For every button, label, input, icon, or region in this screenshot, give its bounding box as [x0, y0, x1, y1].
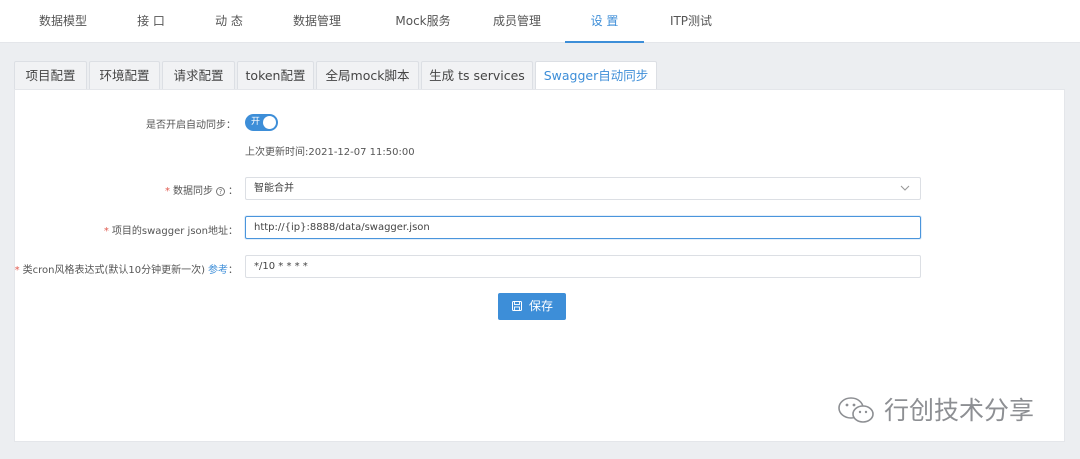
nav-item-itp-test[interactable]: ITP测试 — [660, 0, 722, 43]
required-mark: * — [103, 226, 109, 237]
cron-label-text: 类cron风格表达式(默认10分钟更新一次) — [22, 265, 205, 276]
swagger-url-value: http://{ip}:8888/data/swagger.json — [254, 222, 430, 233]
nav-item-data-management[interactable]: 数据管理 — [282, 0, 352, 43]
nav-item-mock-service[interactable]: Mock服务 — [383, 0, 463, 43]
tab-swagger-auto-sync[interactable]: Swagger自动同步 — [535, 61, 657, 90]
auto-sync-switch[interactable]: 开 — [245, 114, 278, 131]
nav-item-member-management[interactable]: 成员管理 — [482, 0, 552, 43]
last-updated-text: 上次更新时间:2021-12-07 11:50:00 — [245, 147, 415, 158]
watermark: 行创技术分享 — [836, 393, 1034, 429]
tab-token-config[interactable]: token配置 — [237, 61, 314, 89]
chevron-down-icon — [900, 185, 910, 191]
tab-project-config[interactable]: 项目配置 — [14, 61, 87, 89]
tab-generate-ts-services[interactable]: 生成 ts services — [421, 61, 533, 89]
swagger-sync-panel: 是否开启自动同步： 开 上次更新时间:2021-12-07 11:50:00 *… — [14, 89, 1065, 442]
cron-reference-link[interactable]: 参考 — [208, 265, 228, 276]
cron-label: * 类cron风格表达式(默认10分钟更新一次) 参考： — [15, 261, 238, 276]
data-sync-label: * 数据同步?： — [165, 182, 238, 197]
cron-value: */10 * * * * — [254, 261, 308, 272]
tab-request-config[interactable]: 请求配置 — [162, 61, 235, 89]
data-sync-label-text: 数据同步 — [173, 186, 213, 197]
required-mark: * — [165, 186, 170, 197]
switch-knob — [263, 116, 276, 129]
wechat-icon — [838, 397, 874, 423]
save-button[interactable]: 保存 — [498, 293, 566, 320]
cron-input[interactable]: */10 * * * * — [245, 255, 921, 278]
tab-global-mock-script[interactable]: 全局mock脚本 — [316, 61, 419, 89]
auto-sync-label: 是否开启自动同步： — [146, 120, 236, 131]
required-mark: * — [14, 265, 20, 276]
top-nav: 数据模型 接 口 动 态 数据管理 Mock服务 成员管理 设 置 ITP测试 — [0, 0, 1080, 43]
data-sync-colon: ： — [228, 186, 238, 197]
tab-environment-config[interactable]: 环境配置 — [89, 61, 160, 89]
nav-item-interface[interactable]: 接 口 — [124, 0, 178, 43]
data-sync-value: 智能合并 — [254, 183, 294, 194]
nav-item-settings[interactable]: 设 置 — [565, 0, 644, 43]
nav-item-activity[interactable]: 动 态 — [203, 0, 255, 43]
switch-text: 开 — [251, 117, 261, 127]
swagger-url-input[interactable]: http://{ip}:8888/data/swagger.json — [245, 216, 921, 239]
save-icon — [511, 301, 522, 311]
nav-item-data-model[interactable]: 数据模型 — [30, 0, 96, 43]
help-circle-icon[interactable]: ? — [216, 187, 225, 196]
watermark-text: 行创技术分享 — [884, 396, 1035, 425]
save-button-label: 保存 — [528, 299, 553, 313]
swagger-url-label-text: 项目的swagger json地址： — [111, 226, 238, 237]
cron-colon: ： — [228, 265, 238, 276]
swagger-url-label: * 项目的swagger json地址： — [104, 222, 238, 237]
data-sync-select[interactable]: 智能合并 — [245, 177, 921, 200]
